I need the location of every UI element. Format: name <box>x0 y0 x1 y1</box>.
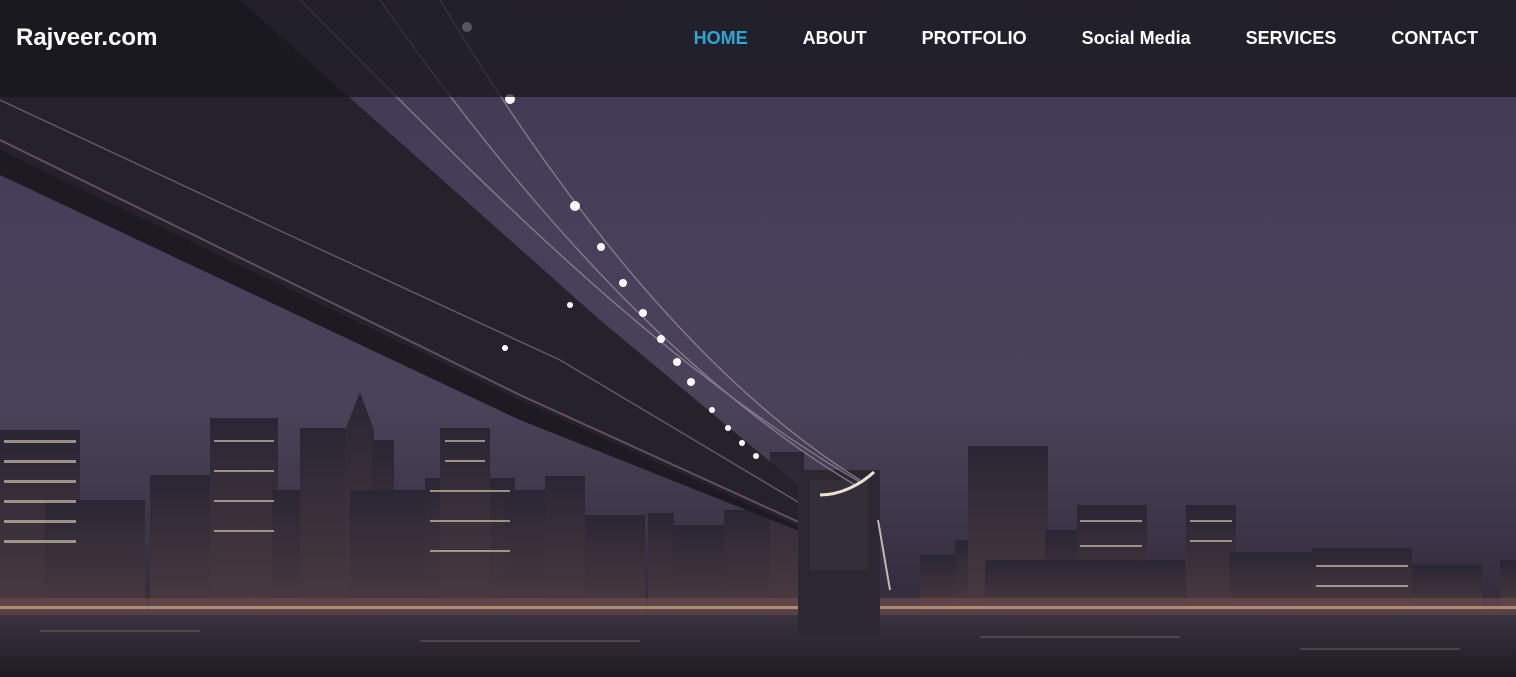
nav-services-link[interactable]: SERVICES <box>1246 28 1337 49</box>
nav-social-media-link[interactable]: Social Media <box>1082 28 1191 49</box>
bridge-skyline-illustration <box>0 0 1516 677</box>
main-nav: HOME ABOUT PROTFOLIO Social Media SERVIC… <box>639 28 1478 49</box>
top-navbar: Rajveer.com HOME ABOUT PROTFOLIO Social … <box>0 0 1516 97</box>
hero-background-image <box>0 0 1516 677</box>
nav-home-link[interactable]: HOME <box>694 28 748 49</box>
nav-about-link[interactable]: ABOUT <box>803 28 867 49</box>
site-logo[interactable]: Rajveer.com <box>16 24 157 52</box>
nav-contact-link[interactable]: CONTACT <box>1391 28 1478 49</box>
nav-portfolio-link[interactable]: PROTFOLIO <box>922 28 1027 49</box>
